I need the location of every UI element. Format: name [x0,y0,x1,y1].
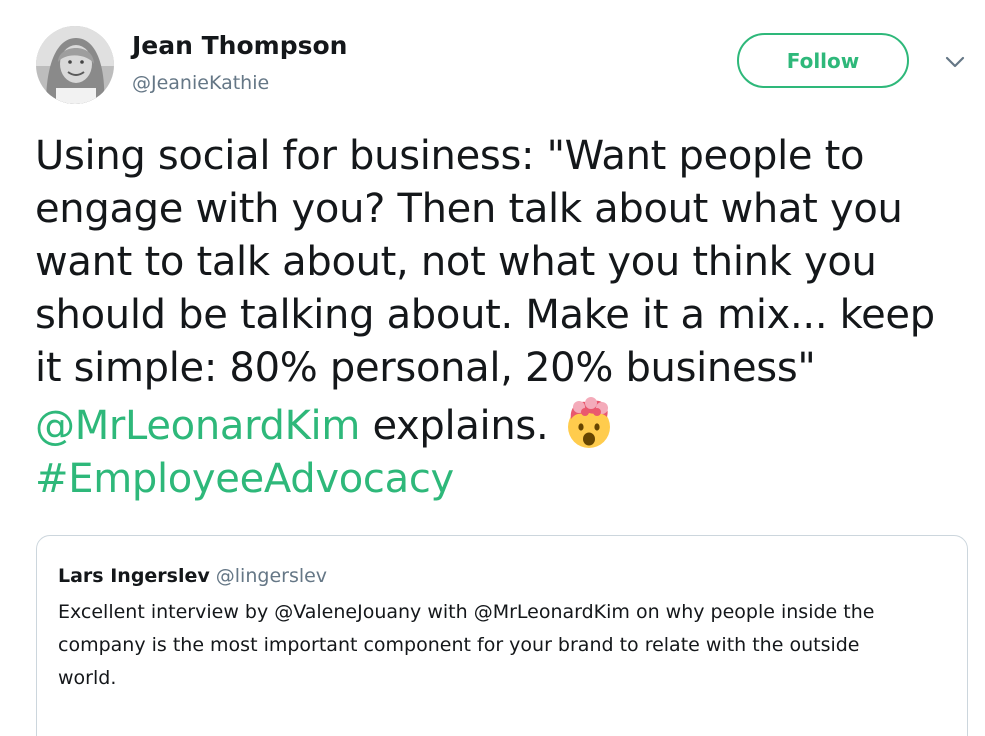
tweet-card: Jean Thompson @JeanieKathie Follow Using… [0,0,985,736]
profile-photo-icon [36,26,114,104]
quoted-tweet-line: company is the most important component … [58,634,860,656]
quoted-tweet-text: Excellent interview by @ValeneJouany wit… [58,596,958,695]
follow-button[interactable]: Follow [737,33,909,88]
tweet-text: Using social for business: "Want people … [35,130,970,506]
chevron-down-icon[interactable] [942,52,968,72]
author-handle[interactable]: @JeanieKathie [132,70,269,96]
quoted-tweet[interactable]: Lars Ingerslev @lingerslev Excellent inte… [36,535,968,736]
exploding-head-emoji-icon [561,395,617,451]
quoted-author-name: Lars Ingerslev [58,565,210,587]
tweet-line: it simple: 80% personal, 20% business" [35,345,816,391]
quoted-tweet-line: world. [58,667,117,689]
quoted-author-handle: @lingerslev [215,565,328,587]
hashtag-link[interactable]: #EmployeeAdvocacy [35,456,454,502]
tweet-hashtag-line: #EmployeeAdvocacy [35,453,970,506]
tweet-line: want to talk about, not what you think y… [35,239,877,285]
quoted-tweet-line: Excellent interview by @ValeneJouany wit… [58,601,875,623]
tweet-line: engage with you? Then talk about what yo… [35,186,903,232]
tweet-line-tail: explains. [360,403,561,449]
quoted-tweet-header: Lars Ingerslev @lingerslev [58,564,327,588]
tweet-mention-line: @MrLeonardKim explains. [35,395,970,453]
mention-link[interactable]: @MrLeonardKim [35,403,360,449]
avatar[interactable] [36,26,114,104]
tweet-line: should be talking about. Make it a mix..… [35,292,935,338]
author-name[interactable]: Jean Thompson [132,30,347,62]
tweet-line: Using social for business: "Want people … [35,133,865,179]
